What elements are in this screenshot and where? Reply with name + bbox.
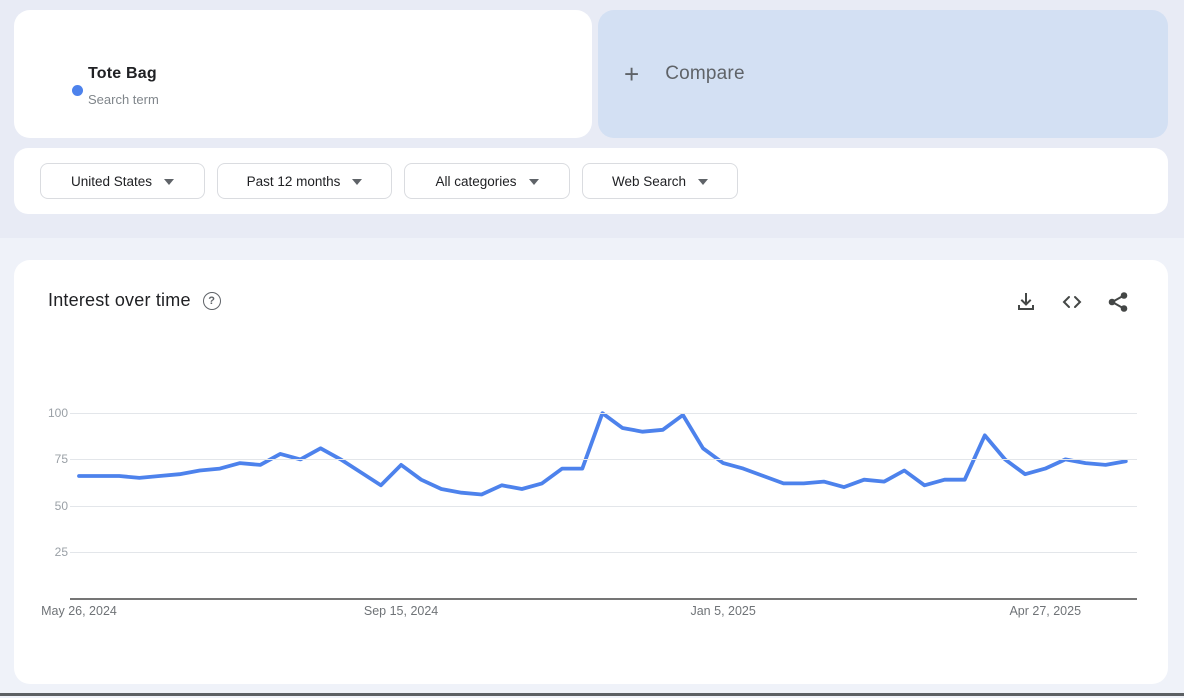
gridline-y-100	[70, 413, 1137, 415]
filter-bar: United States Past 12 months All categor…	[14, 148, 1168, 214]
gridline-y-50	[70, 505, 1137, 507]
x-axis-label: Jan 5, 2025	[690, 604, 756, 618]
search-type-filter-label: Web Search	[611, 173, 687, 189]
time-filter-label: Past 12 months	[246, 173, 341, 189]
x-axis-label: Sep 15, 2024	[363, 604, 439, 618]
y-axis-label-50: 50	[54, 498, 68, 513]
category-filter-dropdown[interactable]: All categories	[404, 163, 570, 199]
y-axis-label-75: 75	[54, 452, 68, 467]
trend-line-svg	[77, 411, 1128, 497]
trend-line	[77, 411, 1128, 497]
search-type-filter-dropdown[interactable]: Web Search	[582, 163, 738, 199]
series-color-dot	[72, 85, 83, 96]
search-term-card[interactable]: Tote Bag Search term	[14, 10, 592, 138]
chevron-down-icon	[352, 178, 363, 185]
search-term-type-label: Search term	[88, 92, 159, 107]
x-axis-label: Apr 27, 2025	[1009, 604, 1082, 618]
x-axis-line	[70, 598, 1137, 600]
add-comparison-button[interactable]: + Compare	[598, 10, 1168, 138]
plus-icon: +	[624, 59, 640, 89]
compare-label: Compare	[665, 63, 745, 84]
chevron-down-icon	[164, 178, 175, 185]
gridline-y-25	[70, 551, 1137, 553]
trend-chart-plot: 100 75 50 25 May 26, 2024 Sep 15, 2024 Jan 5, …	[14, 260, 1168, 684]
geo-filter-label: United States	[70, 173, 153, 189]
geo-filter-dropdown[interactable]: United States	[40, 163, 205, 199]
y-axis-label-100: 100	[47, 406, 68, 421]
y-axis-label-25: 25	[54, 544, 68, 559]
category-filter-label: All categories	[435, 173, 517, 189]
chevron-down-icon	[528, 178, 539, 185]
chevron-down-icon	[698, 178, 709, 185]
window-bottom-border	[0, 693, 1184, 696]
search-term-text: Tote Bag	[88, 65, 157, 82]
time-filter-dropdown[interactable]: Past 12 months	[217, 163, 392, 199]
x-axis-label: May 26, 2024	[41, 604, 117, 618]
interest-over-time-card: Interest over time ? 100 75 50 25 May 26, 20…	[14, 260, 1168, 684]
gridline-y-75	[70, 459, 1137, 461]
